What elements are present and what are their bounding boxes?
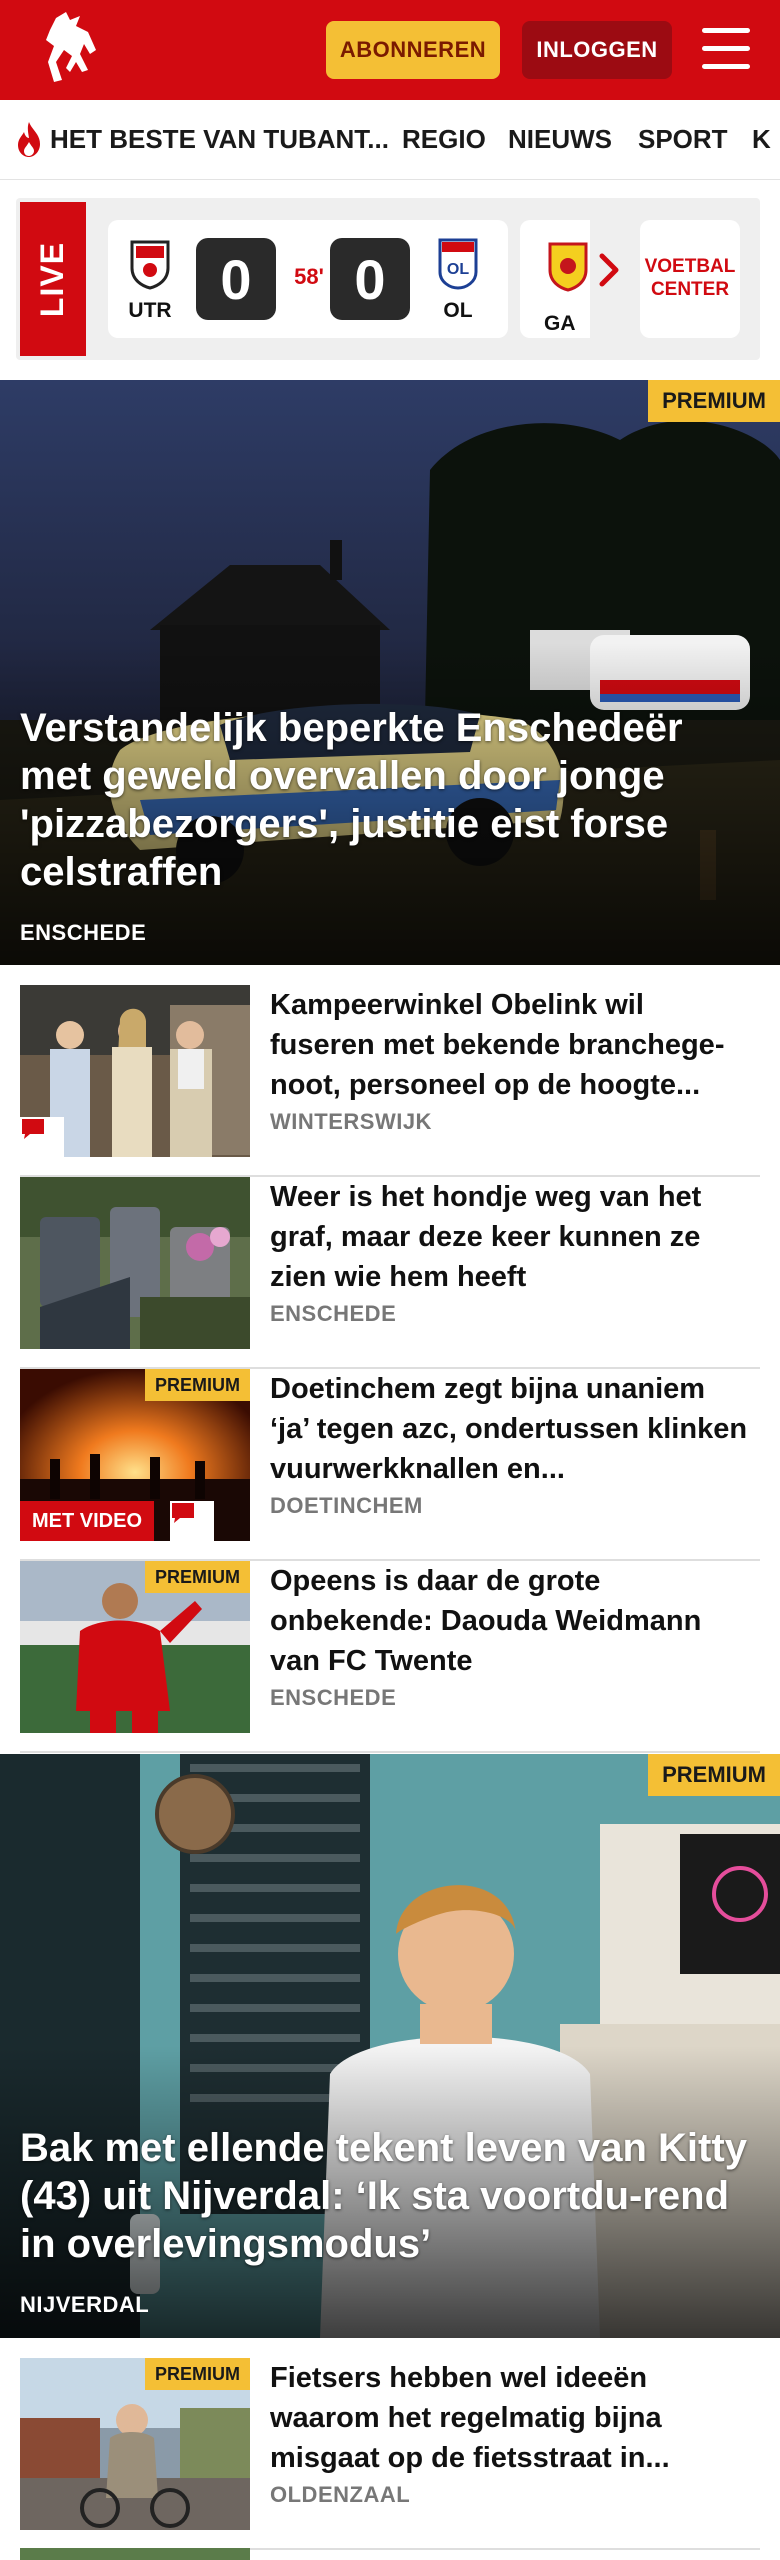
voetbal-center-line2: CENTER [650,279,730,300]
voetbal-center-link[interactable]: VOETBAL CENTER [640,220,740,338]
home-team-abbr: UTR [128,299,172,322]
match-card[interactable]: UTR 0 58' 0 OL OL [108,220,508,338]
hero-location: ENSCHEDE [20,920,147,945]
top-header: ABONNEREN INLOGGEN [0,0,780,100]
article-thumbnail: PREMIUM [20,2358,250,2530]
hero-article[interactable]: PREMIUM Verstandelijk beperkte Enschedeë… [0,380,780,965]
next-team-abbr: GA [544,312,576,335]
article-title[interactable]: Kampeerwinkel Obelink wil fuseren met be… [270,985,750,1105]
live-label: LIVE [34,241,71,317]
hero-article-2[interactable]: PREMIUM Bak met ellende tekent leven van… [0,1754,780,2338]
premium-badge: PREMIUM [145,1369,250,1401]
away-team: OL OL [428,238,488,323]
article-title[interactable]: Opeens is daar de grote onbekende: Daoud… [270,1561,750,1681]
video-badge: MET VIDEO [20,1501,155,1541]
chevron-right-icon[interactable] [594,250,624,290]
away-team-abbr: OL [443,299,473,322]
premium-badge: PREMIUM [648,1754,780,1796]
svg-text:OL: OL [447,261,469,278]
home-score: 0 [196,238,276,320]
article-title[interactable]: Weer is het hondje weg van het graf, maa… [270,1177,750,1297]
nav-item-sport[interactable]: SPORT [638,124,728,155]
live-tag: LIVE [20,202,86,356]
match-minute: 58' [294,264,324,289]
away-score: 0 [330,238,410,320]
voetbal-center-line1: VOETBAL [644,256,736,278]
article-thumbnail [20,1177,250,1349]
login-button[interactable]: INLOGGEN [522,21,672,79]
nav-item-more[interactable]: K [752,124,771,155]
article-title[interactable]: Fietsers hebben wel ideeën waarom het re… [270,2358,750,2478]
list-item[interactable]: PREMIUM MET VIDEO Doetinchem zegt bijna … [20,1369,760,1561]
article-thumbnail [20,985,250,1157]
premium-badge: PREMIUM [145,2358,250,2390]
premium-badge: PREMIUM [648,380,780,422]
list-item[interactable]: Weer is het hondje weg van het graf, maa… [20,1177,760,1369]
hero-location: NIJVERDAL [20,2292,150,2317]
nav-item-nieuws[interactable]: NIEUWS [508,124,612,155]
article-location: DOETINCHEM [270,1493,423,1518]
subscribe-button[interactable]: ABONNEREN [326,21,500,79]
hero-title[interactable]: Verstandelijk beperkte Enschedeër met ge… [20,704,760,896]
hero-title[interactable]: Bak met ellende tekent leven van Kitty (… [20,2124,760,2268]
article-location: WINTERSWIJK [270,1109,432,1134]
nav-item-regio[interactable]: REGIO [402,124,486,155]
list-item[interactable]: Kampeerwinkel Obelink wil fuseren met be… [20,985,760,1177]
article-location: ENSCHEDE [270,1685,397,1710]
next-match-card[interactable]: GA [520,220,590,338]
next-article-thumbnail-partial [20,2548,250,2560]
premium-badge: PREMIUM [145,1561,250,1593]
comment-icon [20,1117,64,1157]
flame-icon [18,122,40,157]
tubantia-horse-logo[interactable] [36,10,108,90]
hamburger-menu-icon[interactable] [702,28,750,70]
comment-icon [170,1501,214,1541]
live-scores-bar: LIVE UTR 0 58' 0 OL OL GA VOETBAL CENTER [16,198,760,360]
article-location: OLDENZAAL [270,2482,411,2507]
section-nav: HET BESTE VAN TUBANT... REGIO NIEUWS SPO… [0,100,780,180]
article-thumbnail: PREMIUM MET VIDEO [20,1369,250,1541]
fc-utrecht-crest-icon [130,240,170,290]
nav-item-best-of[interactable]: HET BESTE VAN TUBANT... [50,124,389,155]
olympique-lyonnais-crest-icon: OL [438,238,478,290]
article-title[interactable]: Doetinchem zegt bijna unaniem ‘ja’ tegen… [270,1369,750,1489]
list-item[interactable]: PREMIUM Opeens is daar de grote onbekend… [20,1561,760,1753]
article-location: ENSCHEDE [270,1301,397,1326]
home-team: UTR [120,238,180,323]
article-thumbnail: PREMIUM [20,1561,250,1733]
list-item[interactable]: PREMIUM Fietsers hebben wel ideeën waaro… [20,2358,760,2550]
go-ahead-eagles-crest-icon [548,242,588,292]
